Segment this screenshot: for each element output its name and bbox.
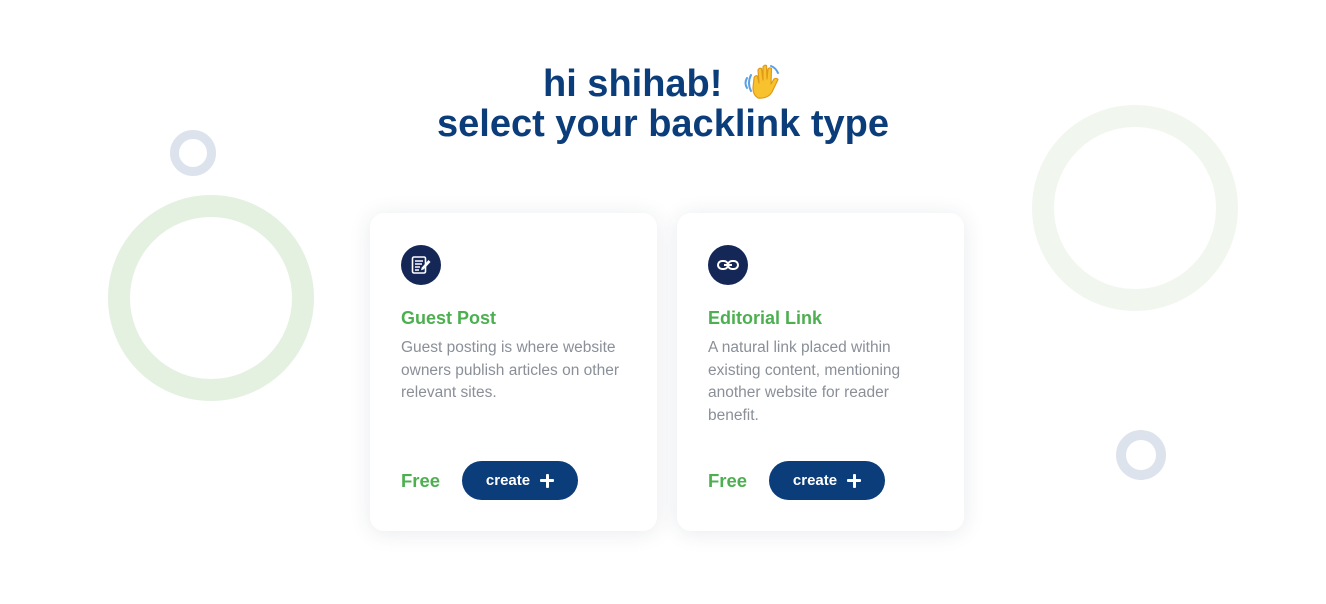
backlink-card-editorial-link: Editorial Link A natural link placed wit… bbox=[677, 213, 964, 531]
card-title: Guest Post bbox=[401, 308, 497, 328]
greeting-line: hi shihab! bbox=[0, 62, 1326, 104]
backlink-card-guest-post: Guest Post Guest posting is where websit… bbox=[370, 213, 657, 531]
button-label: create bbox=[485, 472, 531, 489]
card-description: Guest posting is where website owners pu… bbox=[401, 339, 619, 401]
decorative-ring bbox=[108, 195, 314, 401]
card-title: Editorial Link bbox=[708, 308, 823, 328]
waving-hand-icon bbox=[744, 64, 779, 99]
subtitle: select your backlink type bbox=[437, 103, 889, 145]
plus-icon bbox=[540, 473, 555, 488]
button-label: create bbox=[792, 472, 838, 489]
create-guest-post-button[interactable]: create bbox=[462, 461, 578, 500]
link-icon bbox=[708, 245, 748, 285]
price-label: Free bbox=[708, 470, 748, 491]
page-title: hi shihab! select your backlink type bbox=[0, 62, 1326, 144]
create-editorial-link-button[interactable]: create bbox=[769, 461, 885, 500]
plus-icon bbox=[847, 473, 862, 488]
price-label: Free bbox=[401, 470, 441, 491]
edit-document-icon bbox=[401, 245, 441, 285]
greeting-text: hi shihab! bbox=[542, 63, 723, 105]
card-description: A natural link placed within existing co… bbox=[708, 339, 901, 424]
decorative-ring bbox=[1116, 430, 1166, 480]
